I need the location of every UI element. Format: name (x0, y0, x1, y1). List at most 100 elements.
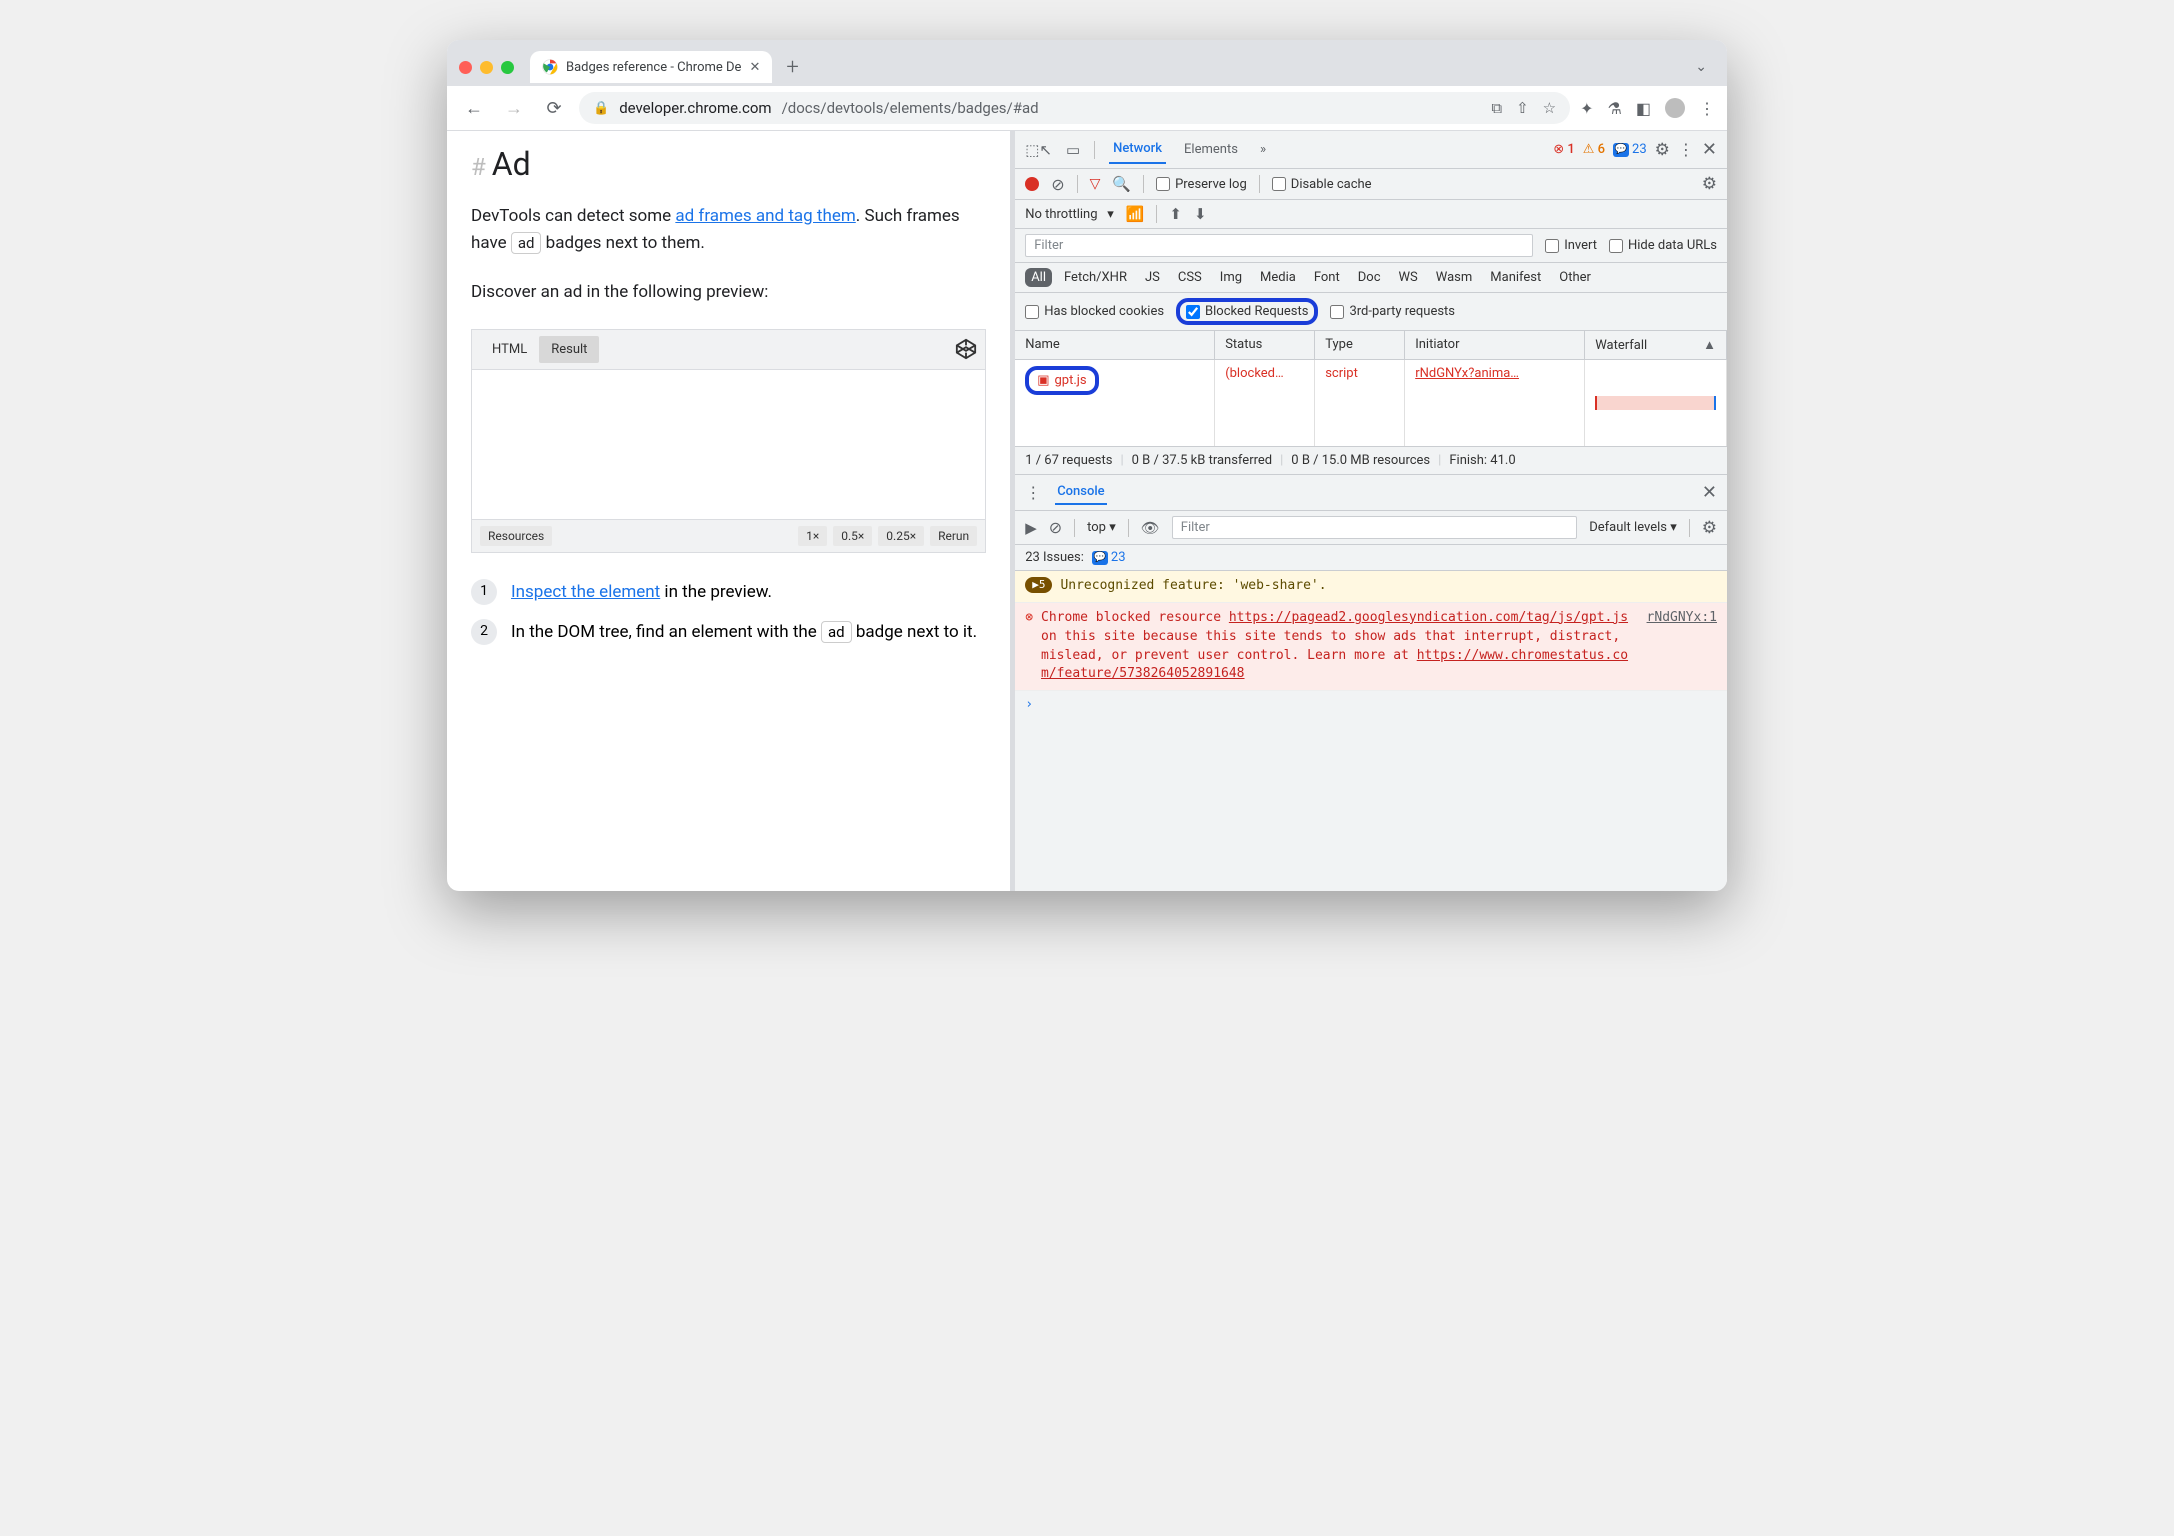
bookmark-icon[interactable]: ☆ (1543, 99, 1556, 117)
codepen-zoom-025x[interactable]: 0.25× (878, 526, 924, 546)
record-button[interactable] (1025, 177, 1039, 191)
throttling-dropdown[interactable]: No throttling ▾ (1025, 207, 1114, 222)
table-row[interactable]: ▣gpt.js (blocked… script rNdGNYx?anima… (1015, 360, 1727, 446)
forward-button[interactable]: → (499, 94, 529, 123)
filter-other[interactable]: Other (1553, 268, 1597, 287)
reload-button[interactable]: ⟳ (539, 94, 569, 123)
filter-toggle-icon[interactable]: ▽ (1090, 176, 1101, 192)
codepen-zoom-1x[interactable]: 1× (798, 526, 827, 546)
inspect-icon[interactable]: ⬚↖ (1025, 141, 1052, 159)
column-name[interactable]: Name (1015, 331, 1215, 359)
share-icon[interactable]: ⇧ (1516, 99, 1529, 117)
console-tab[interactable]: Console (1055, 480, 1106, 505)
request-initiator-link[interactable]: rNdGNYx?anima… (1415, 366, 1519, 381)
console-context-dropdown[interactable]: top ▾ (1087, 520, 1116, 535)
codepen-zoom-05x[interactable]: 0.5× (833, 526, 872, 546)
filter-fetch[interactable]: Fetch/XHR (1058, 268, 1133, 287)
column-status[interactable]: Status (1215, 331, 1315, 359)
tab-elements[interactable]: Elements (1180, 136, 1242, 163)
column-type[interactable]: Type (1315, 331, 1405, 359)
warning-count-badge[interactable]: ⚠ 6 (1583, 142, 1605, 157)
extensions-icon[interactable]: ✦ (1580, 99, 1593, 118)
browser-toolbar: ← → ⟳ 🔒 developer.chrome.com/docs/devtoo… (447, 86, 1727, 131)
expand-warnings-badge[interactable]: ▶ 5 (1025, 577, 1052, 593)
column-waterfall[interactable]: Waterfall▲ (1585, 331, 1727, 359)
codepen-footer: Resources 1× 0.5× 0.25× Rerun (472, 520, 985, 552)
tabs-overflow-icon[interactable]: ⌄ (1695, 59, 1707, 75)
address-bar[interactable]: 🔒 developer.chrome.com/docs/devtools/ele… (579, 92, 1570, 124)
console-clear-icon[interactable]: ⊘ (1049, 518, 1062, 537)
blocked-url-link[interactable]: https://pagead2.googlesyndication.com/ta… (1229, 610, 1628, 625)
search-icon[interactable]: 🔍 (1112, 175, 1131, 193)
devtools-menu-icon[interactable]: ⋮ (1678, 140, 1694, 159)
minimize-window-button[interactable] (480, 61, 493, 74)
labs-icon[interactable]: ⚗ (1608, 99, 1622, 118)
filter-doc[interactable]: Doc (1352, 268, 1387, 287)
filter-media[interactable]: Media (1254, 268, 1302, 287)
disable-cache-checkbox[interactable]: Disable cache (1272, 177, 1372, 192)
live-expression-icon[interactable]: 👁 (1141, 519, 1160, 537)
filter-manifest[interactable]: Manifest (1484, 268, 1547, 287)
close-devtools-icon[interactable]: ✕ (1702, 139, 1717, 160)
devtools-panel: ⬚↖ ▭ Network Elements » ⊗ 1 ⚠ 6 💬23 ⚙ ⋮ … (1015, 131, 1727, 891)
ad-frames-link[interactable]: ad frames and tag them (675, 206, 855, 226)
console-settings-icon[interactable]: ⚙ (1702, 518, 1717, 538)
filter-css[interactable]: CSS (1172, 268, 1208, 287)
codepen-logo-icon[interactable] (955, 338, 977, 360)
heading-anchor-icon[interactable]: # (471, 153, 486, 181)
inspect-element-link[interactable]: Inspect the element (511, 582, 660, 602)
console-error-message[interactable]: ⊗ Chrome blocked resource https://pagead… (1015, 603, 1727, 691)
blocked-cookies-checkbox[interactable]: Has blocked cookies (1025, 304, 1164, 319)
back-button[interactable]: ← (459, 94, 489, 123)
profile-avatar-icon[interactable] (1665, 98, 1685, 118)
codepen-rerun[interactable]: Rerun (930, 526, 977, 546)
console-prompt[interactable]: › (1015, 691, 1727, 718)
menu-icon[interactable]: ⋮ (1699, 99, 1715, 118)
error-count-badge[interactable]: ⊗ 1 (1553, 142, 1575, 157)
maximize-window-button[interactable] (501, 61, 514, 74)
console-filter-input[interactable]: Filter (1172, 516, 1577, 539)
filter-all[interactable]: All (1025, 268, 1052, 287)
wifi-icon[interactable]: 📶 (1126, 205, 1145, 223)
page-content: #Ad DevTools can detect some ad frames a… (447, 131, 1010, 891)
codepen-resources[interactable]: Resources (480, 526, 552, 546)
console-sidebar-icon[interactable]: ▶ (1025, 519, 1037, 537)
console-menu-icon[interactable]: ⋮ (1025, 483, 1041, 502)
network-settings-icon[interactable]: ⚙ (1702, 174, 1717, 194)
download-icon[interactable]: ⬇ (1194, 205, 1207, 223)
codepen-tab-result[interactable]: Result (539, 336, 599, 363)
url-host: developer.chrome.com (619, 99, 771, 117)
codepen-tab-html[interactable]: HTML (480, 336, 539, 363)
close-window-button[interactable] (459, 61, 472, 74)
column-initiator[interactable]: Initiator (1405, 331, 1585, 359)
hide-data-urls-checkbox[interactable]: Hide data URLs (1609, 238, 1717, 253)
invert-checkbox[interactable]: Invert (1545, 238, 1597, 253)
preserve-log-checkbox[interactable]: Preserve log (1156, 177, 1247, 192)
tabs-more-icon[interactable]: » (1256, 136, 1270, 163)
filter-font[interactable]: Font (1308, 268, 1346, 287)
new-tab-button[interactable]: + (786, 55, 798, 80)
clear-icon[interactable]: ⊘ (1051, 175, 1064, 194)
console-levels-dropdown[interactable]: Default levels ▾ (1589, 520, 1677, 535)
panel-icon[interactable]: ◧ (1636, 99, 1651, 118)
tab-network[interactable]: Network (1109, 135, 1166, 164)
browser-tab[interactable]: Badges reference - Chrome De ✕ (530, 51, 772, 83)
device-toggle-icon[interactable]: ▭ (1066, 141, 1080, 159)
console-close-icon[interactable]: ✕ (1702, 482, 1717, 503)
tab-close-icon[interactable]: ✕ (749, 60, 760, 75)
third-party-checkbox[interactable]: 3rd-party requests (1330, 304, 1455, 319)
filter-img[interactable]: Img (1214, 268, 1248, 287)
error-source-link[interactable]: rNdGNYx:1 (1647, 609, 1717, 684)
blocked-requests-checkbox[interactable]: Blocked Requests (1186, 304, 1308, 319)
settings-icon[interactable]: ⚙ (1655, 140, 1670, 160)
network-filter-input[interactable]: Filter (1025, 234, 1533, 257)
filter-js[interactable]: JS (1139, 268, 1166, 287)
upload-icon[interactable]: ⬆ (1169, 205, 1182, 223)
console-issues-row[interactable]: 23 Issues: 💬23 (1015, 545, 1727, 571)
window-share-icon[interactable]: ⧉ (1491, 99, 1502, 117)
filter-wasm[interactable]: Wasm (1430, 268, 1479, 287)
filter-ws[interactable]: WS (1393, 268, 1424, 287)
lock-icon[interactable]: 🔒 (593, 101, 609, 116)
issues-count-badge[interactable]: 💬23 (1613, 142, 1647, 157)
console-warning-message[interactable]: ▶ 5 Unrecognized feature: 'web-share'. (1015, 571, 1727, 603)
